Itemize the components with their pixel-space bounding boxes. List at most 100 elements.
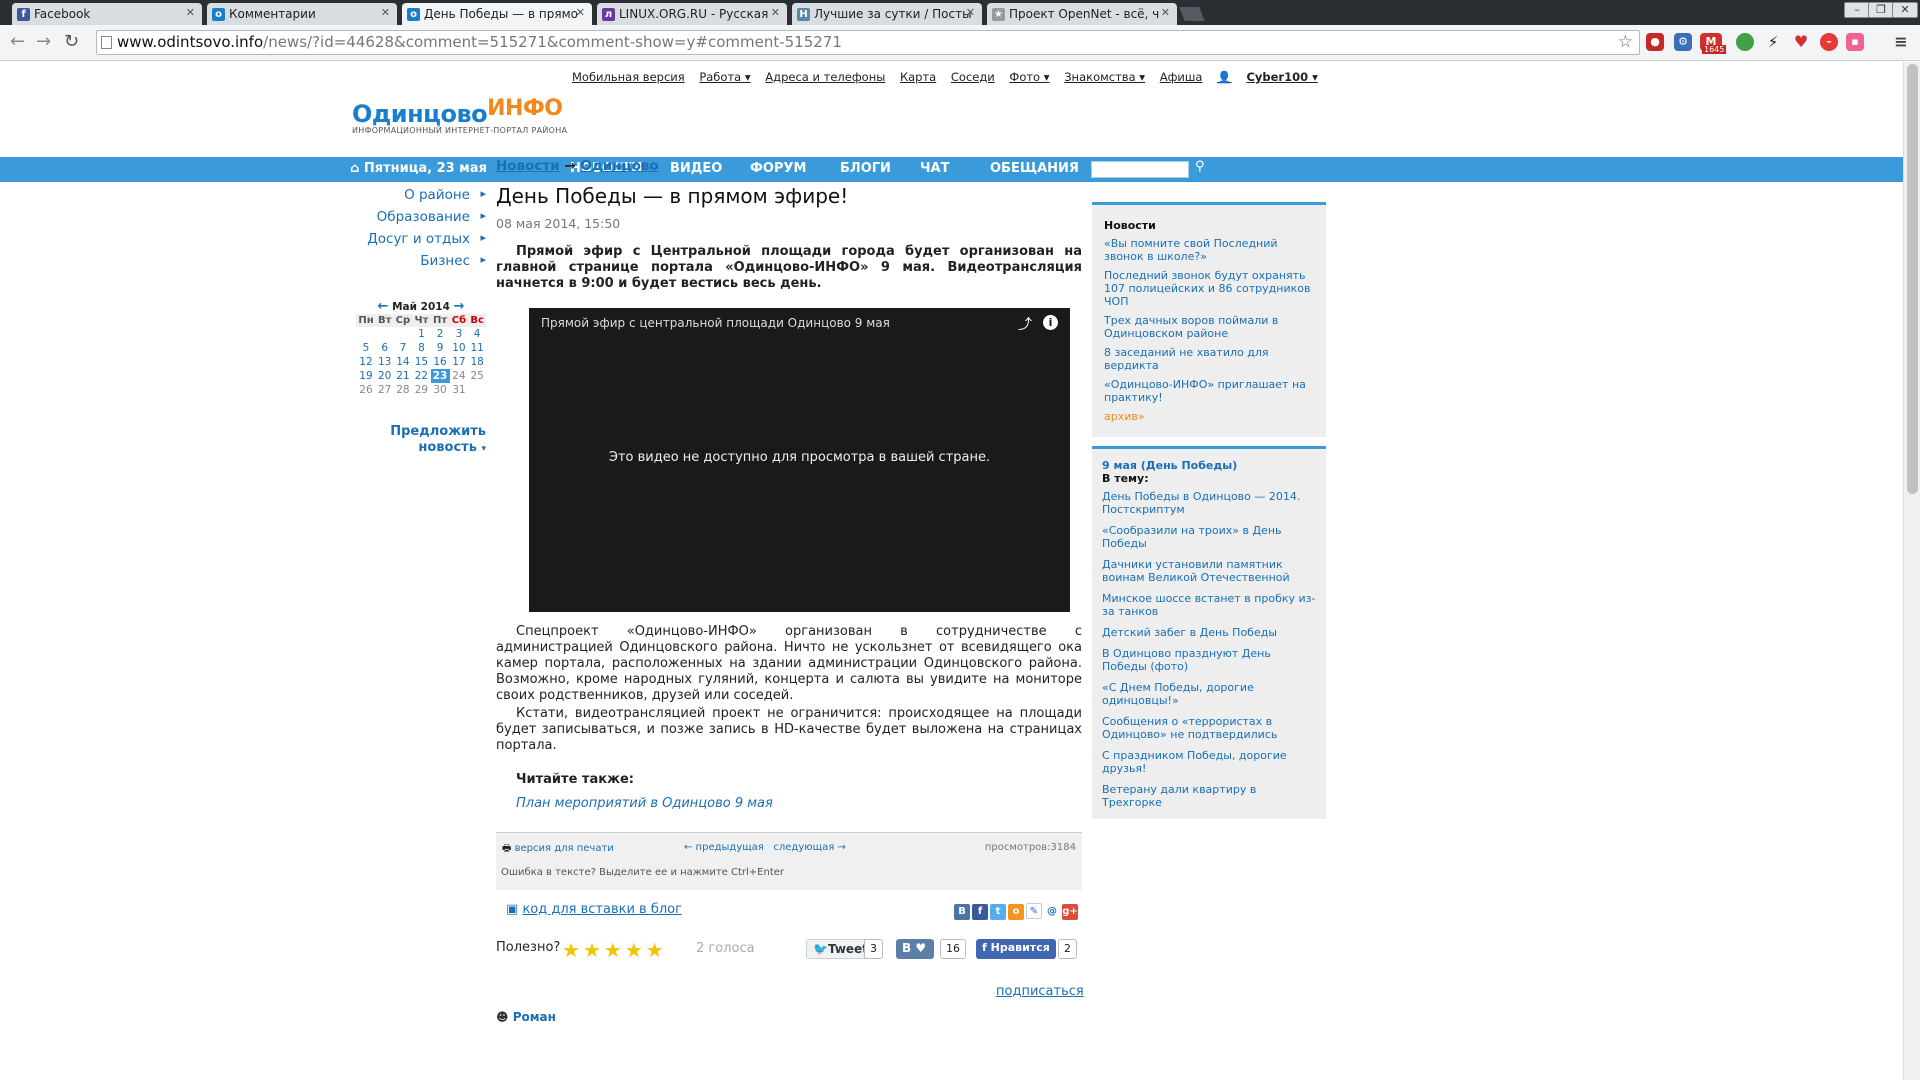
sidebar-news-item[interactable]: «Вы помните свой Последний звонок в школ… [1104,237,1314,263]
calendar-day[interactable]: 9 [431,341,450,355]
leftmenu-leisure[interactable]: Досуг и отдых [350,231,486,247]
close-icon[interactable]: ✕ [966,6,975,19]
menu-icon[interactable]: ≡ [1892,33,1910,51]
sidebar-news-item[interactable]: Трех дачных воров поймали в Одинцовском … [1104,314,1314,340]
vk-share-icon[interactable]: В [954,904,970,920]
calendar-day[interactable]: 15 [412,355,430,369]
red-extension-icon[interactable]: – [1820,33,1838,51]
leftmenu-education[interactable]: Образование [350,209,486,225]
browser-tab-habr[interactable]: H Лучшие за сутки / Посты ✕ [792,3,982,25]
adblock-extension-icon[interactable]: ● [1646,33,1664,51]
address-bar[interactable]: www.odintsovo.info/news/?id=44628&commen… [96,30,1640,55]
subscribe-link[interactable]: подписаться [996,984,1084,999]
calendar-day[interactable]: 12 [356,355,376,369]
embed-link[interactable]: код для вставки в блог [522,902,682,917]
video-player[interactable]: Прямой эфир с центральной площади Одинцо… [529,308,1070,612]
calendar-day[interactable]: 19 [356,369,376,383]
reload-icon[interactable]: ↻ [64,31,79,52]
fb-like-button[interactable]: f Нравится [976,939,1056,959]
calendar-day[interactable]: 10 [450,341,469,355]
calendar-day[interactable]: 20 [376,369,394,383]
browser-tab-linux-org[interactable]: л LINUX.ORG.RU - Русская ✕ [597,3,787,25]
bookmark-star-icon[interactable]: ☆ [1618,32,1633,52]
calendar-day[interactable]: 21 [393,369,412,383]
sidebar-news-item[interactable]: 8 заседаний не хватило для вердикта [1104,346,1314,372]
calendar-day[interactable]: 5 [356,341,376,355]
calendar-day[interactable]: 17 [450,355,469,369]
topnav-afisha-link[interactable]: Афиша [1160,70,1203,84]
star-icon[interactable]: ★ [583,938,604,962]
close-icon[interactable]: ✕ [1161,6,1170,19]
breadcrumb-news[interactable]: Новости [496,158,560,174]
home-icon[interactable]: ⌂ [350,161,359,176]
sidebar-news-archive[interactable]: архив» [1104,410,1314,423]
back-icon[interactable]: ← [10,31,25,52]
print-version[interactable]: 🖶 версия для печати [502,841,614,858]
print-link[interactable]: версия для печати [515,843,614,854]
close-icon[interactable]: ✕ [381,6,390,19]
restore-icon[interactable]: ❐ [1868,2,1894,18]
minimize-icon[interactable]: – [1844,2,1870,18]
facebook-share-icon[interactable]: f [972,904,988,920]
star-icon[interactable]: ★ [562,938,583,962]
vk-like-button[interactable]: В ♥ [896,939,934,959]
browser-tab-opennet[interactable]: ★ Проект OpenNet - всё, ч ✕ [987,3,1177,25]
sidebar-topic-item[interactable]: Дачники установили памятник воинам Велик… [1102,558,1316,584]
topnav-jobs-link[interactable]: Работа ▾ [699,70,750,84]
calendar-day[interactable]: 18 [468,355,486,369]
calendar-day[interactable]: 22 [412,369,430,383]
breadcrumb-odintsovo[interactable]: Одинцово [580,158,658,174]
scrollbar-thumb[interactable] [1907,64,1918,494]
sidebar-topic-item[interactable]: Сообщения о «террористах в Одинцово» не … [1102,715,1316,741]
sidebar-topic-item[interactable]: Ветерану дали квартиру в Трехгорке [1102,783,1316,809]
leftmenu-business[interactable]: Бизнес [350,253,486,269]
topnav-dating-link[interactable]: Знакомства ▾ [1064,70,1145,84]
calendar-prev-icon[interactable]: ← [378,299,389,314]
browser-tab-facebook[interactable]: f Facebook ✕ [12,3,202,25]
site-logo[interactable]: ОдинцовоИНФО ИНФОРМАЦИОННЫЙ ИНТЕРНЕТ-ПОР… [352,96,567,135]
close-window-icon[interactable]: ✕ [1892,2,1918,18]
calendar-day[interactable]: 11 [468,341,486,355]
embed-code[interactable]: ▣ код для вставки в блог [506,902,682,917]
new-tab-button[interactable] [1179,7,1205,21]
sidebar-topic-item[interactable]: «Сообразили на троих» в День Победы [1102,524,1316,550]
forward-icon[interactable]: → [36,31,51,52]
prev-article-link[interactable]: ← предыдущая [684,842,764,853]
topnav-map-link[interactable]: Карта [900,70,936,84]
sidebar-topic-item[interactable]: С праздником Победы, дорогие друзья! [1102,749,1316,775]
lightning-extension-icon[interactable]: ⚡ [1764,33,1782,51]
comment-author[interactable]: ☻ Роман [496,1010,556,1024]
twitter-share-icon[interactable]: t [990,904,1006,920]
calendar-day-today[interactable]: 23 [430,369,450,383]
user-menu[interactable]: 👤 Cyber100 ▾ [1217,70,1329,84]
close-icon[interactable]: ✕ [771,6,780,19]
close-icon[interactable]: ✕ [576,6,585,19]
calendar-day[interactable]: 1 [412,327,430,341]
sidebar-topic-item[interactable]: В Одинцово празднуют День Победы (фото) [1102,647,1316,673]
suggest-news-link[interactable]: Предложить новость ▾ [370,424,486,457]
sidebar-topic-item[interactable]: «С Днем Победы, дорогие одинцовцы!» [1102,681,1316,707]
next-article-link[interactable]: следующая → [773,842,845,853]
info-icon[interactable]: i [1043,315,1058,330]
googleplus-share-icon[interactable]: g+ [1062,904,1078,920]
mailru-share-icon[interactable]: @ [1044,904,1060,920]
calendar-day[interactable]: 8 [412,341,430,355]
calendar-day[interactable]: 2 [431,327,450,341]
calendar-day[interactable]: 6 [376,341,394,355]
rating-stars[interactable]: ★★★★★ [562,938,667,962]
read-also-link[interactable]: План мероприятий в Одинцово 9 мая [516,796,773,811]
topnav-neighbors-link[interactable]: Соседи [951,70,995,84]
calendar-day[interactable]: 4 [468,327,486,341]
calendar-day[interactable]: 13 [376,355,394,369]
browser-tab-active[interactable]: o День Победы — в прямо ✕ [402,3,592,25]
calendar-day[interactable]: 7 [393,341,412,355]
calendar-next-icon[interactable]: → [454,299,465,314]
sidebar-topic-heading[interactable]: 9 мая (День Победы) [1102,459,1316,472]
sidebar-topic-item[interactable]: Детский забег в День Победы [1102,626,1316,639]
site-search-input[interactable] [1091,161,1189,178]
sidebar-topic-item[interactable]: День Победы в Одинцово — 2014. Постскрип… [1102,490,1316,516]
share-icon[interactable]: ⤴ [1018,314,1032,334]
sidebar-news-item[interactable]: «Одинцово-ИНФО» приглашает на практику! [1104,378,1314,404]
calendar-day[interactable]: 14 [393,355,412,369]
topnav-photo-link[interactable]: Фото ▾ [1009,70,1049,84]
